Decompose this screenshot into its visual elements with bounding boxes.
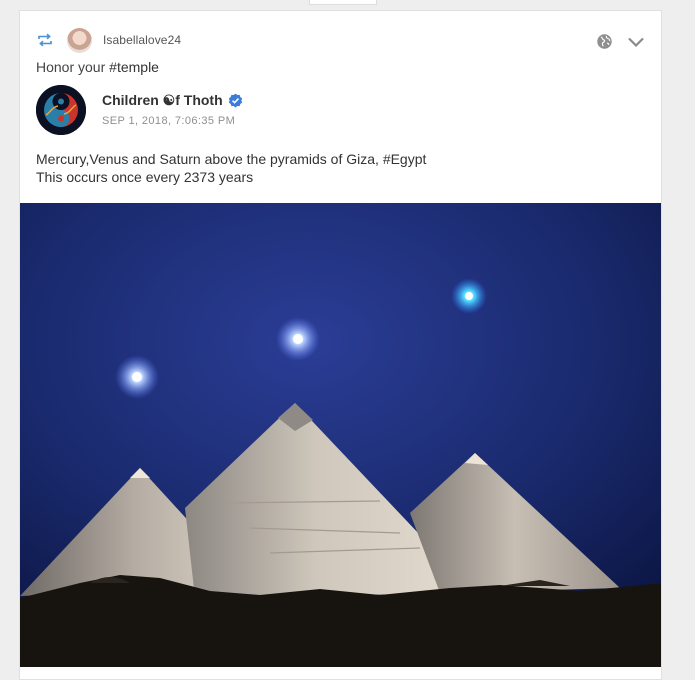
post-image[interactable] xyxy=(20,203,661,667)
post-body: Mercury,Venus and Saturn above the pyram… xyxy=(36,150,426,186)
chevron-down-icon[interactable] xyxy=(627,36,645,48)
post-text-line-2: This occurs once every 2373 years xyxy=(36,169,254,185)
header-actions xyxy=(596,33,645,50)
post-author: Children ☯︎f Thoth SEP 1, 2018, 7:06:35 … xyxy=(36,85,536,137)
author-avatar[interactable] xyxy=(36,85,86,135)
verified-badge-icon xyxy=(228,93,243,108)
previous-card-stub xyxy=(309,0,377,5)
hashtag-temple[interactable]: #temple xyxy=(109,59,159,75)
hashtag-egypt[interactable]: #Egypt xyxy=(383,151,427,167)
sharer-avatar[interactable] xyxy=(67,27,92,53)
post-card: Isabellalove24 Honor your #temple Childr… xyxy=(19,10,662,680)
share-header: Isabellalove24 xyxy=(36,27,181,53)
author-name[interactable]: Children ☯︎f Thoth xyxy=(102,92,243,109)
post-text-line-1: Mercury,Venus and Saturn above the pyram… xyxy=(36,150,426,168)
sharer-username[interactable]: Isabellalove24 xyxy=(103,33,181,47)
post-text-part1: Mercury,Venus and Saturn above the pyram… xyxy=(36,151,383,167)
share-comment-text: Honor your xyxy=(36,59,110,75)
post-timestamp[interactable]: SEP 1, 2018, 7:06:35 PM xyxy=(102,115,235,127)
share-comment: Honor your #temple xyxy=(36,59,159,75)
repost-icon xyxy=(36,32,54,48)
globe-icon[interactable] xyxy=(596,33,613,50)
author-name-text: Children ☯︎f Thoth xyxy=(102,92,223,108)
